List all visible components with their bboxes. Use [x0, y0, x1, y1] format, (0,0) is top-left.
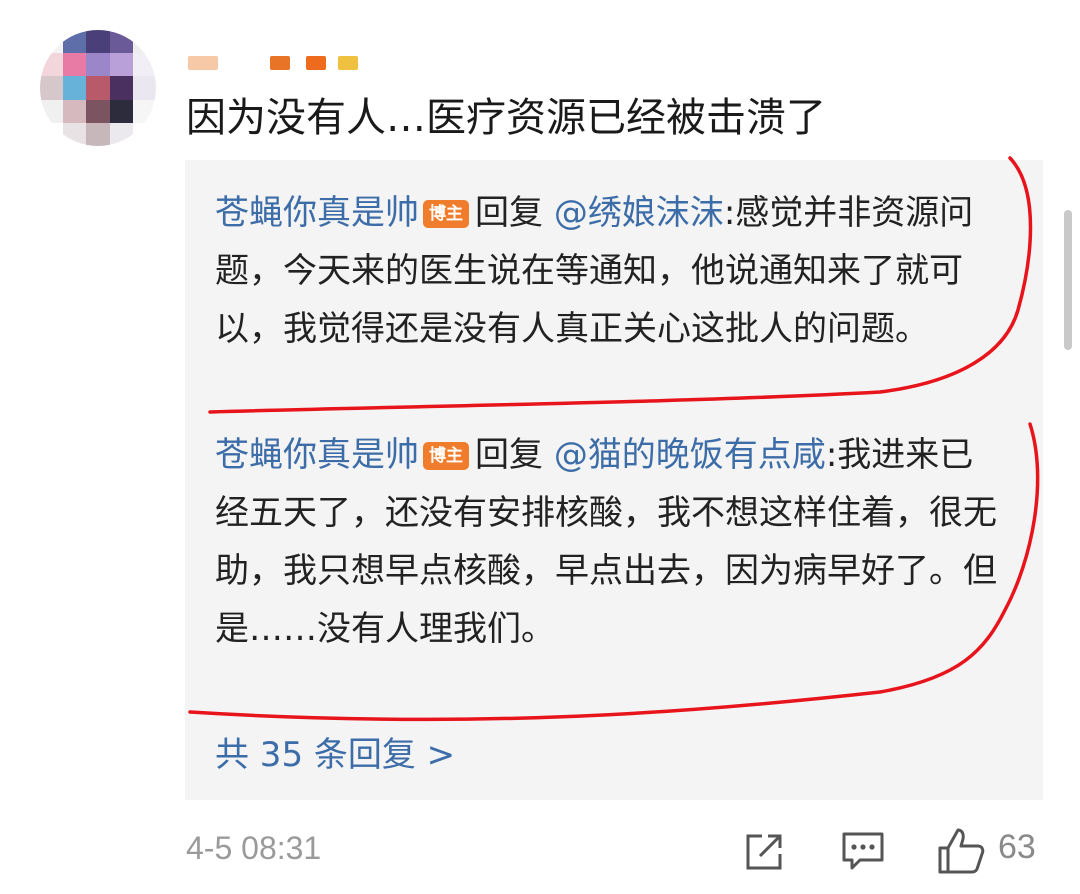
reply-author[interactable]: 苍蝇你真是帅: [215, 435, 419, 475]
username[interactable]: [188, 50, 388, 72]
more-replies-link[interactable]: 共 35 条回复 >: [215, 726, 455, 784]
reply-mention[interactable]: @猫的晚饭有点咸: [554, 435, 826, 475]
author-badge: 博主: [423, 200, 469, 228]
author-badge: 博主: [423, 442, 469, 470]
reply-word: 回复: [475, 193, 543, 233]
comment-button[interactable]: [838, 822, 888, 878]
scrollbar[interactable]: [1064, 210, 1072, 350]
reply-item[interactable]: 苍蝇你真是帅 博主 回复 @猫的晚饭有点咸:我进来已经五天了，还没有安排核酸，我不想…: [215, 426, 1005, 658]
reply-word: 回复: [475, 435, 543, 475]
comment-timestamp: 4-5 08:31: [186, 830, 322, 866]
share-button[interactable]: [740, 822, 790, 878]
reply-mention[interactable]: @绣娘沫沫: [554, 193, 724, 233]
share-icon: [746, 834, 782, 870]
thumbs-up-icon: [938, 828, 985, 874]
reply-author[interactable]: 苍蝇你真是帅: [215, 193, 419, 233]
like-count: 63: [998, 828, 1036, 866]
replies-box: 苍蝇你真是帅 博主 回复 @绣娘沫沫:感觉并非资源问题，今天来的医生说在等通知，他说…: [185, 160, 1043, 800]
comment-icon: [842, 832, 884, 870]
like-button[interactable]: 63: [934, 822, 1054, 878]
comment-text: 因为没有人…医疗资源已经被击溃了: [186, 95, 826, 141]
reply-item[interactable]: 苍蝇你真是帅 博主 回复 @绣娘沫沫:感觉并非资源问题，今天来的医生说在等通知，他说…: [215, 184, 1005, 358]
avatar[interactable]: [40, 30, 156, 146]
